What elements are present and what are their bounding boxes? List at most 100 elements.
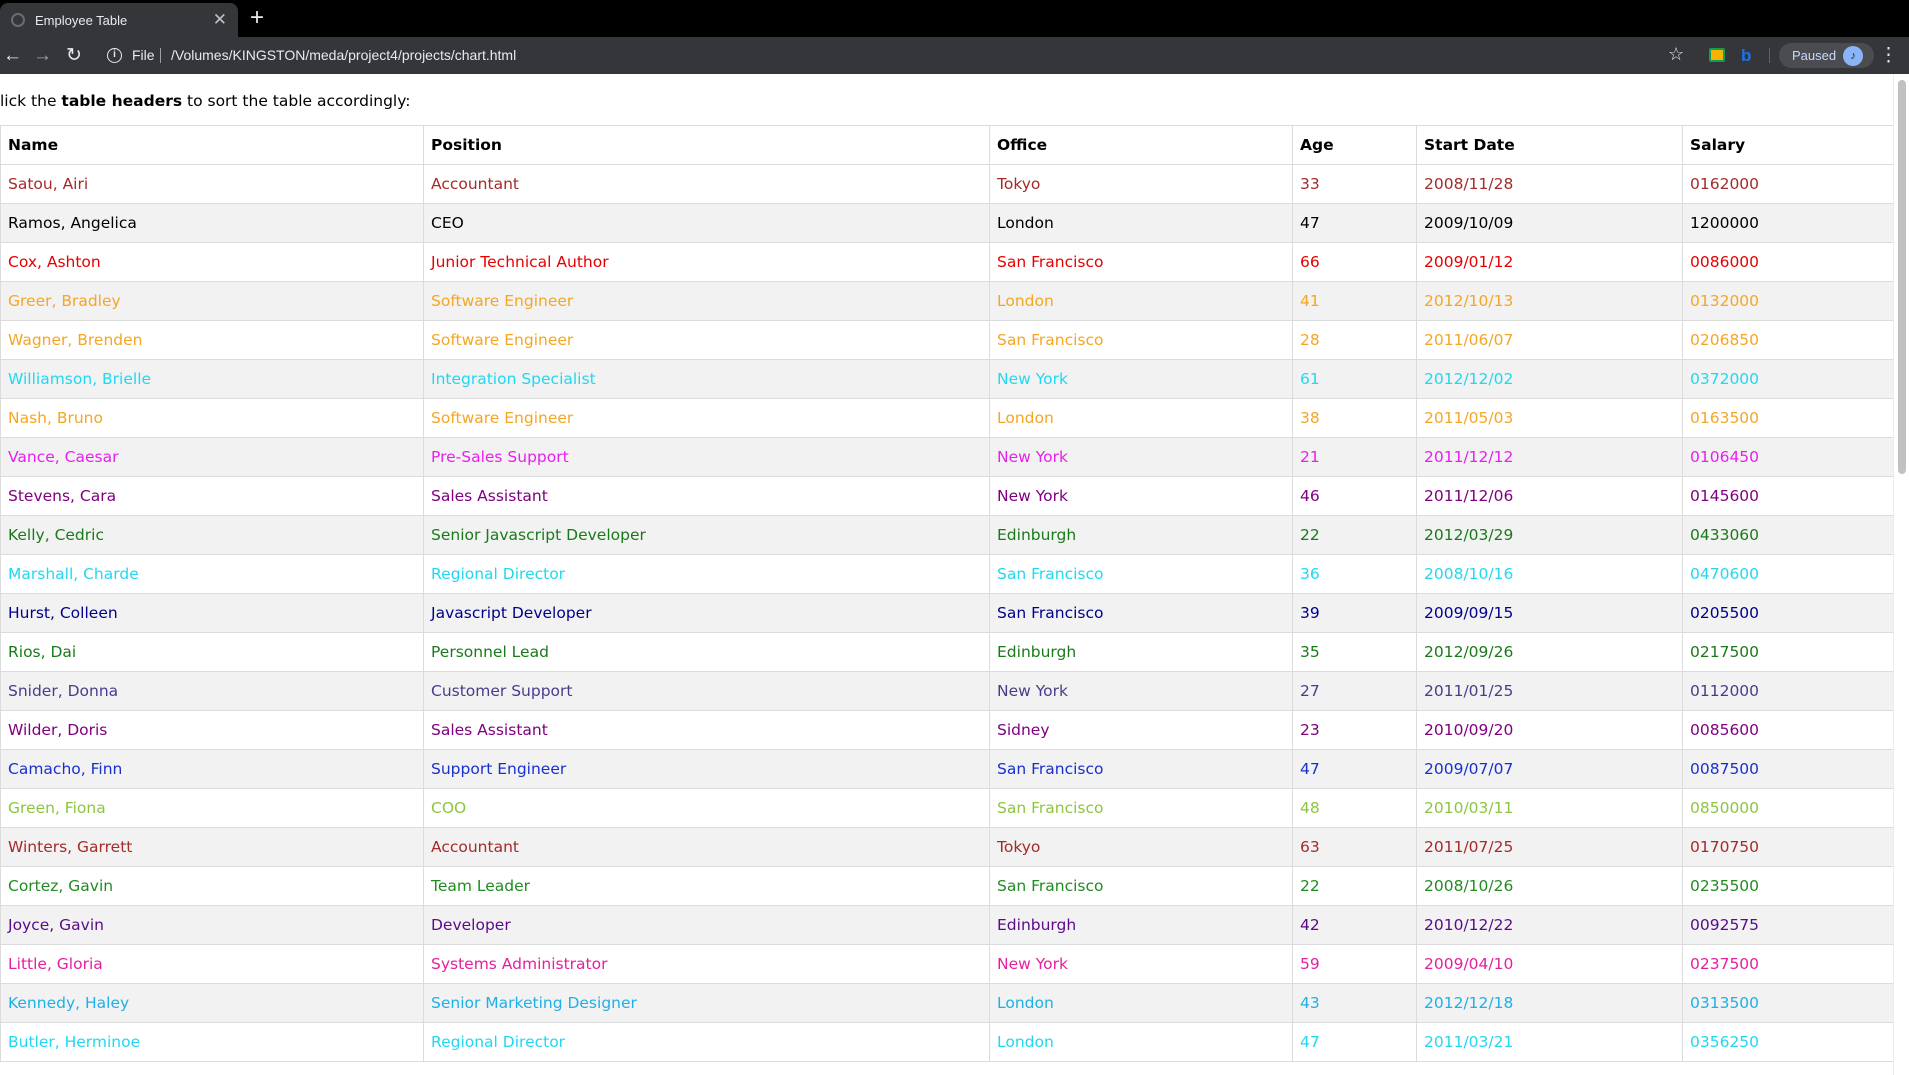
cell-position: Junior Technical Author bbox=[423, 242, 990, 282]
forward-arrow-icon[interactable]: → bbox=[33, 44, 52, 67]
cell-age: 47 bbox=[1292, 203, 1417, 243]
cell-position: Accountant bbox=[423, 827, 990, 867]
cell-age: 38 bbox=[1292, 398, 1417, 438]
profile-button[interactable]: Paused ♪ bbox=[1779, 43, 1874, 68]
table-row: Green, Fiona COO San Francisco 48 2010/03/11… bbox=[0, 788, 1893, 828]
table-row: Hurst, Colleen Javascript Developer San Fr… bbox=[0, 593, 1893, 633]
table-body: Satou, Airi Accountant Tokyo 33 2008/11/28 01… bbox=[0, 164, 1893, 1062]
cell-start-date: 2012/12/18 bbox=[1416, 983, 1683, 1023]
instructions-suffix: to sort the table accordingly: bbox=[182, 92, 411, 110]
cell-name: Wagner, Brenden bbox=[0, 320, 424, 360]
cell-start-date: 2008/11/28 bbox=[1416, 164, 1683, 204]
address-bar[interactable]: /Volumes/KINGSTON/meda/project4/projects… bbox=[171, 46, 516, 65]
table-row: Cox, Ashton Junior Technical Author San Fr… bbox=[0, 242, 1893, 282]
browser-toolbar: ← → ↻ i File /Volumes/KINGSTON/meda/proj… bbox=[0, 37, 1909, 74]
cell-salary: 1200000 bbox=[1682, 203, 1893, 243]
cell-position: Support Engineer bbox=[423, 749, 990, 789]
table-row: Greer, Bradley Software Engineer London 41 2… bbox=[0, 281, 1893, 321]
cell-salary: 0237500 bbox=[1682, 944, 1893, 984]
cell-start-date: 2008/10/16 bbox=[1416, 554, 1683, 594]
cell-start-date: 2011/01/25 bbox=[1416, 671, 1683, 711]
cell-salary: 0086000 bbox=[1682, 242, 1893, 282]
cell-salary: 0112000 bbox=[1682, 671, 1893, 711]
cell-name: Stevens, Cara bbox=[0, 476, 424, 516]
header-salary[interactable]: Salary bbox=[1682, 125, 1893, 165]
cell-salary: 0092575 bbox=[1682, 905, 1893, 945]
cell-name: Vance, Caesar bbox=[0, 437, 424, 477]
header-position[interactable]: Position bbox=[423, 125, 990, 165]
cell-name: Joyce, Gavin bbox=[0, 905, 424, 945]
cell-office: London bbox=[989, 983, 1293, 1023]
header-name[interactable]: Name bbox=[0, 125, 424, 165]
header-start-date[interactable]: Start Date bbox=[1416, 125, 1683, 165]
info-icon[interactable]: i bbox=[107, 48, 122, 63]
cell-name: Cortez, Gavin bbox=[0, 866, 424, 906]
table-row: Kelly, Cedric Senior Javascript Developer… bbox=[0, 515, 1893, 555]
cell-start-date: 2009/10/09 bbox=[1416, 203, 1683, 243]
header-age[interactable]: Age bbox=[1292, 125, 1417, 165]
extension-icon[interactable] bbox=[1709, 48, 1725, 62]
cell-start-date: 2010/12/22 bbox=[1416, 905, 1683, 945]
tab-employee-table[interactable]: Employee Table ✕ bbox=[0, 3, 238, 37]
instructions-emphasis: table headers bbox=[61, 92, 183, 110]
cell-salary: 0163500 bbox=[1682, 398, 1893, 438]
new-tab-button[interactable]: + bbox=[250, 6, 264, 30]
cell-start-date: 2010/09/20 bbox=[1416, 710, 1683, 750]
cell-start-date: 2012/10/13 bbox=[1416, 281, 1683, 321]
cell-name: Greer, Bradley bbox=[0, 281, 424, 321]
table-row: Joyce, Gavin Developer Edinburgh 42 2010/12/… bbox=[0, 905, 1893, 945]
cell-start-date: 2010/03/11 bbox=[1416, 788, 1683, 828]
cell-age: 36 bbox=[1292, 554, 1417, 594]
cell-age: 33 bbox=[1292, 164, 1417, 204]
cell-position: CEO bbox=[423, 203, 990, 243]
cell-start-date: 2011/06/07 bbox=[1416, 320, 1683, 360]
cell-position: Javascript Developer bbox=[423, 593, 990, 633]
cell-position: Senior Javascript Developer bbox=[423, 515, 990, 555]
bing-extension-icon[interactable]: b bbox=[1741, 46, 1751, 66]
cell-office: San Francisco bbox=[989, 593, 1293, 633]
cell-office: London bbox=[989, 398, 1293, 438]
cell-office: San Francisco bbox=[989, 749, 1293, 789]
table-row: Satou, Airi Accountant Tokyo 33 2008/11/28 01… bbox=[0, 164, 1893, 204]
cell-age: 35 bbox=[1292, 632, 1417, 672]
cell-name: Camacho, Finn bbox=[0, 749, 424, 789]
cell-age: 66 bbox=[1292, 242, 1417, 282]
cell-age: 23 bbox=[1292, 710, 1417, 750]
tab-title: Employee Table bbox=[35, 12, 128, 28]
cell-name: Ramos, Angelica bbox=[0, 203, 424, 243]
cell-salary: 0850000 bbox=[1682, 788, 1893, 828]
toolbar-divider bbox=[1769, 48, 1770, 63]
star-icon[interactable]: ☆ bbox=[1668, 44, 1684, 65]
profile-status: Paused bbox=[1792, 48, 1837, 63]
back-arrow-icon[interactable]: ← bbox=[3, 44, 22, 67]
header-office[interactable]: Office bbox=[989, 125, 1293, 165]
reload-icon[interactable]: ↻ bbox=[66, 44, 82, 67]
cell-age: 46 bbox=[1292, 476, 1417, 516]
cell-salary: 0205500 bbox=[1682, 593, 1893, 633]
scrollbar-thumb[interactable] bbox=[1898, 80, 1906, 474]
cell-age: 41 bbox=[1292, 281, 1417, 321]
cell-name: Satou, Airi bbox=[0, 164, 424, 204]
cell-position: Regional Director bbox=[423, 1022, 990, 1062]
table-row: Marshall, Charde Regional Director San Fra… bbox=[0, 554, 1893, 594]
cell-office: New York bbox=[989, 476, 1293, 516]
cell-start-date: 2011/03/21 bbox=[1416, 1022, 1683, 1062]
table-row: Snider, Donna Customer Support New York 27 2… bbox=[0, 671, 1893, 711]
cell-office: Sidney bbox=[989, 710, 1293, 750]
cell-salary: 0106450 bbox=[1682, 437, 1893, 477]
cell-age: 59 bbox=[1292, 944, 1417, 984]
cell-salary: 0087500 bbox=[1682, 749, 1893, 789]
menu-icon[interactable]: ⋮ bbox=[1879, 44, 1898, 67]
cell-age: 47 bbox=[1292, 749, 1417, 789]
table-row: Winters, Garrett Accountant Tokyo 63 2011/07… bbox=[0, 827, 1893, 867]
cell-age: 28 bbox=[1292, 320, 1417, 360]
close-icon[interactable]: ✕ bbox=[213, 11, 227, 29]
cell-salary: 0235500 bbox=[1682, 866, 1893, 906]
cell-office: Tokyo bbox=[989, 827, 1293, 867]
cell-name: Winters, Garrett bbox=[0, 827, 424, 867]
cell-salary: 0162000 bbox=[1682, 164, 1893, 204]
cell-position: Customer Support bbox=[423, 671, 990, 711]
scrollbar[interactable] bbox=[1893, 74, 1909, 1075]
cell-position: COO bbox=[423, 788, 990, 828]
cell-position: Developer bbox=[423, 905, 990, 945]
